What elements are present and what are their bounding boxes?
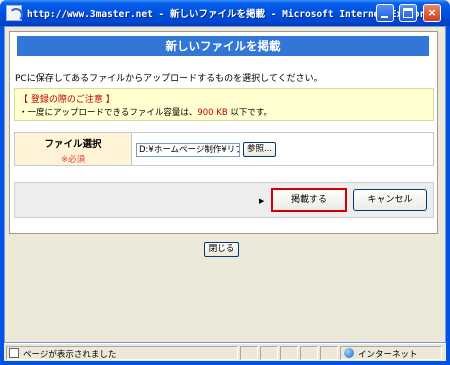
page-header: 新しいファイルを掲載: [17, 36, 429, 56]
status-pane: [320, 346, 338, 360]
browser-window: http://www.3master.net - 新しいファイルを掲載 - Mi…: [0, 0, 450, 365]
notice-size-limit: 900 KB: [197, 108, 228, 118]
status-message-pane: ページが表示されました: [6, 346, 238, 360]
notice-body: ・一度にアップロードできるファイル容量は、900 KB 以下です。: [19, 106, 272, 118]
status-pane: [240, 346, 258, 360]
minimize-icon: [381, 16, 388, 18]
file-form: ファイル選択 ※必須 D:¥ホームページ制作¥リブ 参照...: [14, 132, 434, 166]
notice-box: 【 登録の際のご注意 】 ・一度にアップロードできるファイル容量は、900 KB…: [14, 88, 434, 121]
status-bar: ページが表示されました インターネット: [4, 343, 446, 361]
upload-panel: 新しいファイルを掲載 PCに保存してあるファイルからアップロードするものを選択し…: [9, 31, 438, 234]
action-bar: ▶ 掲載する キャンセル: [14, 182, 434, 218]
status-pane: [280, 346, 298, 360]
status-pane: [260, 346, 278, 360]
status-message: ページが表示されました: [23, 350, 117, 360]
maximize-button[interactable]: [399, 4, 417, 22]
window-frame-bottom: [0, 361, 450, 365]
ie-page-icon: [6, 5, 23, 22]
internet-globe-icon: [344, 348, 354, 358]
page-done-icon: [9, 348, 19, 358]
page-viewport: 新しいファイルを掲載 PCに保存してあるファイルからアップロードするものを選択し…: [4, 26, 446, 343]
arrow-icon: ▶: [259, 197, 265, 205]
maximize-icon: [403, 8, 413, 18]
file-path-input[interactable]: D:¥ホームページ制作¥リブ: [136, 143, 240, 157]
submit-button[interactable]: 掲載する: [271, 188, 347, 212]
close-window-x-button[interactable]: ×: [423, 4, 441, 22]
page-description: PCに保存してあるファイルからアップロードするものを選択してください。: [15, 74, 323, 84]
cancel-button[interactable]: キャンセル: [353, 189, 427, 211]
file-select-label: ファイル選択: [44, 139, 102, 150]
zone-pane: インターネット: [340, 346, 442, 360]
title-bar[interactable]: http://www.3master.net - 新しいファイルを掲載 - Mi…: [0, 0, 450, 26]
notice-text-suffix: 以下です。: [227, 108, 273, 118]
file-label-cell: ファイル選択 ※必須: [15, 133, 132, 165]
close-button[interactable]: 閉じる: [204, 242, 239, 257]
security-zone: インターネット: [358, 350, 418, 360]
notice-text-prefix: ・一度にアップロードできるファイル容量は、: [19, 108, 198, 118]
status-pane: [300, 346, 318, 360]
required-mark: ※必須: [60, 155, 86, 165]
minimize-button[interactable]: [376, 4, 394, 22]
browse-button[interactable]: 参照...: [243, 142, 276, 157]
notice-title: 【 登録の際のご注意 】: [19, 95, 115, 105]
